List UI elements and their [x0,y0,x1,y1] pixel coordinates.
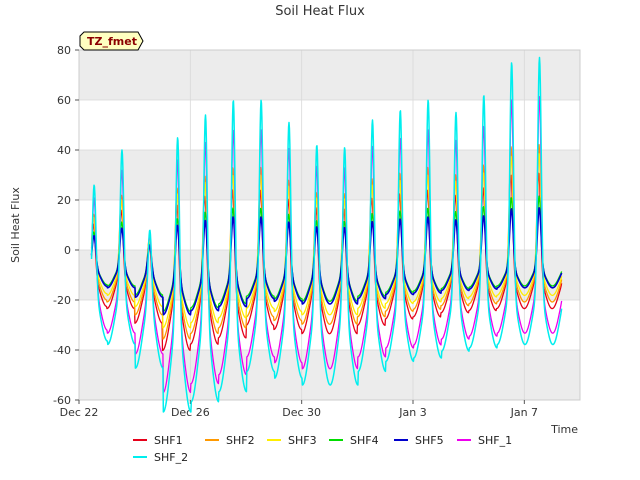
y-tick-label: 80 [57,44,71,57]
plot-band [79,50,580,100]
plot-band [79,150,580,200]
chart-title: Soil Heat Flux [275,4,365,19]
y-tick-label: -40 [53,344,71,357]
station-badge: TZ_fmet [79,31,144,51]
plot-band [79,350,580,400]
y-tick-label: 40 [57,144,71,157]
badge-label: TZ_fmet [87,35,137,48]
y-tick-label: -20 [53,294,71,307]
y-tick-label: 60 [57,94,71,107]
legend-label-shf-2: SHF_2 [154,451,188,464]
legend-label-shf4: SHF4 [350,434,379,447]
y-axis-label: Soil Heat Flux [9,187,22,263]
plot-area [78,49,581,401]
legend-label-shf5: SHF5 [415,434,444,447]
y-tick-label: 20 [57,194,71,207]
x-tick-label: Dec 30 [282,406,321,419]
x-tick-label: Dec 22 [60,406,99,419]
soil-heat-flux-chart: Soil Heat Flux -60-40-20020406080 Dec 22… [0,0,640,480]
legend-label-shf-1: SHF_1 [478,434,512,447]
legend-label-shf1: SHF1 [154,434,183,447]
x-tick-label: Jan 7 [510,406,538,419]
legend-label-shf3: SHF3 [288,434,317,447]
plot-background [79,50,580,400]
x-axis-label: Time [550,423,578,436]
legend-label-shf2: SHF2 [226,434,255,447]
x-tick-label: Jan 3 [398,406,426,419]
y-tick-label: 0 [64,244,71,257]
